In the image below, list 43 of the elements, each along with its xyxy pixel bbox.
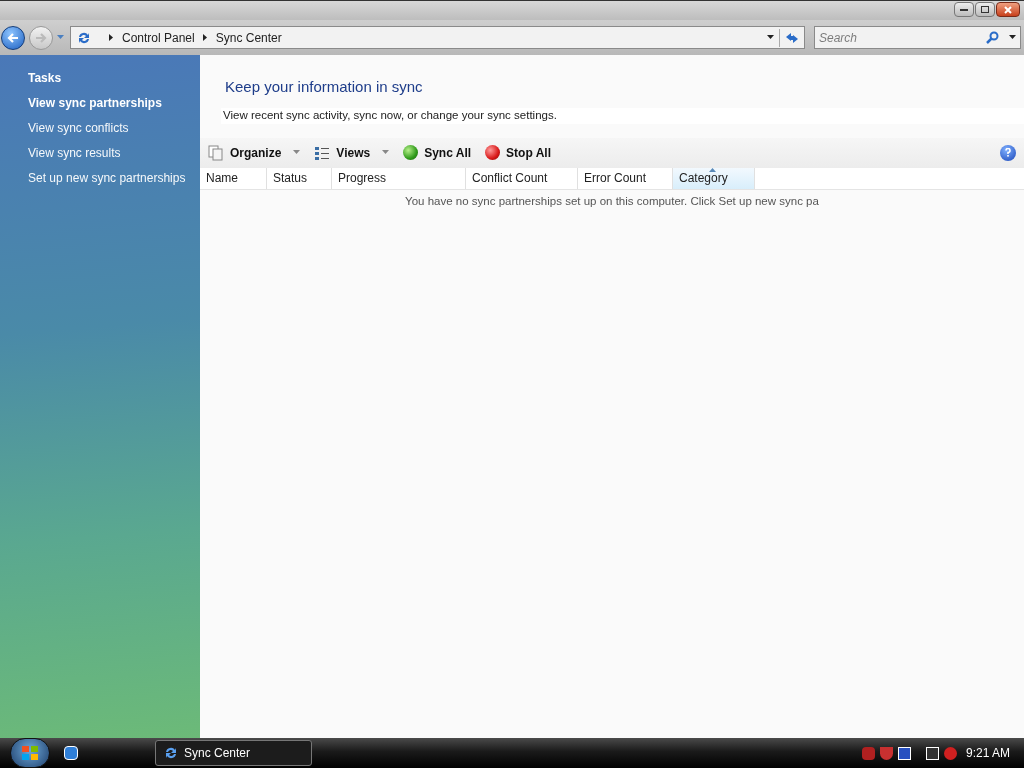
minimize-button[interactable] — [954, 2, 974, 17]
sort-arrow-icon[interactable] — [709, 166, 716, 174]
start-button[interactable] — [10, 738, 50, 768]
breadcrumb[interactable]: Control Panel — [122, 28, 195, 47]
caret-icon[interactable] — [767, 34, 774, 41]
chevron-icon[interactable] — [108, 34, 115, 41]
question-mark-icon — [1005, 148, 1011, 157]
task-link[interactable]: View sync results — [28, 144, 200, 162]
pages-icon — [208, 144, 224, 161]
address-field[interactable]: Control Panel Sync Center — [70, 26, 805, 49]
search-icon[interactable] — [986, 31, 999, 44]
toolbar-button[interactable]: Organize — [208, 143, 301, 162]
restore-button[interactable] — [975, 2, 995, 17]
toolbar-button[interactable]: Stop All — [485, 143, 551, 162]
taskbar-window-button[interactable]: Sync Center — [155, 740, 312, 766]
task-link[interactable]: Set up new sync partnerships — [28, 169, 200, 187]
page-subtitle: View recent sync activity, sync now, or change your sync settings. — [223, 107, 557, 123]
close-icon — [1004, 5, 1012, 14]
sync-arrows-icon — [77, 30, 91, 45]
caret-icon[interactable] — [1009, 34, 1016, 41]
column-header[interactable]: Category — [673, 167, 755, 189]
task-link[interactable]: View sync partnerships — [28, 94, 200, 112]
quick-launch-icon[interactable] — [64, 746, 78, 760]
forward-arrow-icon — [35, 32, 47, 43]
list-view-icon — [314, 144, 331, 161]
toolbar-button[interactable]: Sync All — [403, 143, 472, 162]
page-title: Keep your information in sync — [225, 78, 423, 95]
search-field[interactable]: Search — [819, 28, 986, 47]
close-button[interactable] — [996, 2, 1020, 17]
chevron-icon[interactable] — [201, 34, 209, 41]
back-arrow-icon — [7, 32, 19, 43]
task-link[interactable]: View sync conflicts — [28, 119, 200, 137]
help-icon[interactable] — [1000, 144, 1016, 161]
search-box[interactable]: Search — [814, 26, 1021, 49]
sync-arrows-icon — [164, 746, 178, 760]
windows-flag-icon — [21, 745, 39, 761]
refresh-icon[interactable] — [785, 31, 799, 44]
breadcrumb[interactable]: Sync Center — [215, 28, 282, 47]
task-pane-heading: Tasks — [28, 70, 63, 87]
clock[interactable]: 9:21 AM — [965, 744, 1010, 762]
empty-list-message: You have no sync partnerships set up on this computer. Click Set up new sync pa — [405, 193, 819, 209]
toolbar-button[interactable]: Views — [314, 143, 390, 162]
back-button[interactable] — [1, 25, 25, 50]
